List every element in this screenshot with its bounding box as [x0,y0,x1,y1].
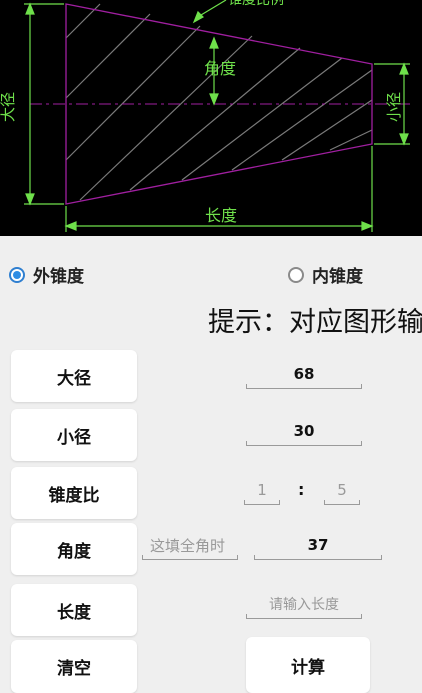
calculate-button[interactable]: 计算 [246,637,370,693]
angle-button[interactable]: 角度 [11,523,137,575]
clear-button[interactable]: 清空 [11,640,137,693]
taper-diagram-svg: 锥度比例 角度 长度 大径 小径 [0,0,410,232]
outer-taper-label: 外锥度 [33,267,84,287]
taper-ratio-button[interactable]: 锥度比 [11,467,137,519]
diagram-label-length: 长度 [205,206,237,225]
diagram-label-angle: 角度 [204,59,236,78]
ratio-separator: : [298,480,305,499]
length-input[interactable]: 请输入长度 [246,590,362,619]
inner-taper-label: 内锥度 [312,267,363,287]
small-diameter-button[interactable]: 小径 [11,409,137,461]
diagram-label-big-diameter: 大径 [0,92,17,122]
ratio-left-input[interactable]: 1 [244,476,280,505]
angle-input[interactable]: 37 [254,531,382,560]
taper-type-group: 外锥度 内锥度 [0,256,422,288]
inner-taper-radio[interactable]: 内锥度 [288,262,363,287]
ratio-right-input[interactable]: 5 [324,476,360,505]
outer-taper-radio[interactable]: 外锥度 [9,262,84,287]
diagram-label-top: 锥度比例 [228,0,284,8]
small-diameter-input[interactable]: 30 [246,417,362,446]
angle-hint-input[interactable]: 这填全角时 [142,532,238,560]
big-diameter-input[interactable]: 68 [246,360,362,389]
big-diameter-button[interactable]: 大径 [11,350,137,402]
dimension-lines [24,0,410,232]
diagram-label-small-diameter: 小径 [385,92,403,122]
hint-text: 提示：对应图形输入 [208,307,422,338]
radio-unchecked-icon [288,266,304,283]
length-button[interactable]: 长度 [11,584,137,636]
radio-checked-icon [9,266,25,283]
taper-diagram: 锥度比例 角度 长度 大径 小径 [0,0,422,236]
